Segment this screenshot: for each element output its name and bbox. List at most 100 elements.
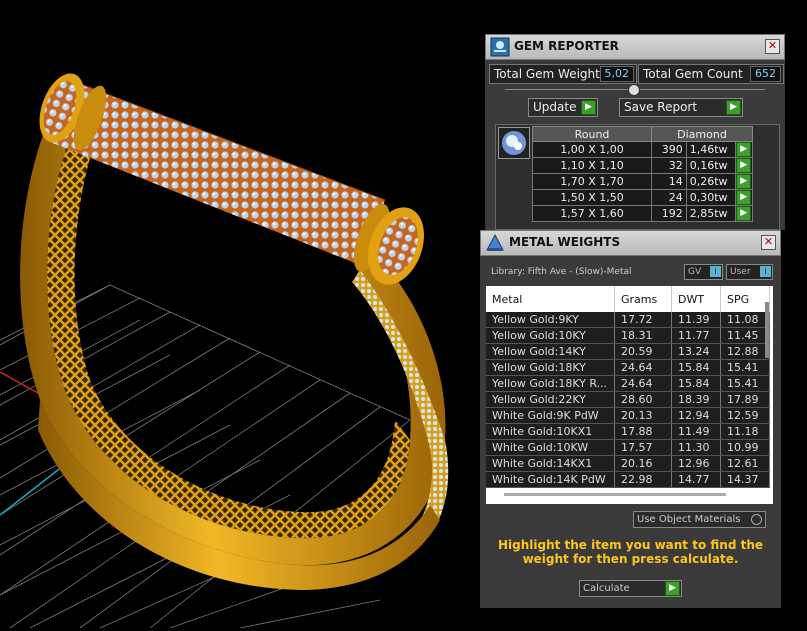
column-header[interactable]: Grams (614, 286, 672, 312)
gem-row[interactable]: 1,50 X 1,50 24 0,30tw ▶ (532, 189, 753, 206)
total-gem-weight-field: Total Gem Weight 5,02 (489, 64, 637, 84)
metal-grams: 24.64 (614, 375, 672, 392)
close-icon: ✕ (763, 235, 774, 248)
horizontal-scrollbar[interactable] (504, 493, 726, 496)
update-button[interactable]: Update ▶ (528, 98, 598, 117)
gem-row-play-button[interactable]: ▶ (735, 157, 753, 174)
gem-count: 24 (651, 189, 687, 206)
metal-weights-titlebar[interactable]: METAL WEIGHTS ✕ (480, 230, 781, 256)
info-icon: i (710, 266, 721, 277)
gem-row-play-button[interactable]: ▶ (735, 189, 753, 206)
gem-report-icon (490, 37, 510, 57)
use-object-materials-label: Use Object Materials (637, 514, 741, 525)
metal-row[interactable]: White Gold:14K PdW 22.98 14.77 14.37 (486, 471, 770, 488)
gem-count: 192 (651, 205, 687, 222)
metal-name: White Gold:10KX1 (486, 423, 615, 440)
total-gem-count-label: Total Gem Count (643, 67, 743, 81)
calculate-button[interactable]: Calculate ▶ (579, 580, 682, 597)
gem-size: 1,57 X 1,60 (532, 205, 652, 222)
play-icon: ▶ (726, 100, 741, 115)
column-header[interactable]: DWT (671, 286, 721, 312)
gem-weight: 0,26tw (685, 173, 737, 190)
metal-grams: 20.13 (614, 407, 672, 424)
gem-row[interactable]: 1,70 X 1,70 14 0,26tw ▶ (532, 173, 753, 190)
gem-row-play-button[interactable]: ▶ (735, 173, 753, 190)
gem-row[interactable]: 1,10 X 1,10 32 0,16tw ▶ (532, 157, 753, 174)
metal-dwt: 11.39 (671, 312, 721, 328)
gem-reporter-title: GEM REPORTER (514, 39, 619, 53)
play-icon: ▶ (736, 190, 752, 205)
metal-row[interactable]: Yellow Gold:22KY 28.60 18.39 17.89 (486, 391, 770, 408)
metal-row[interactable]: Yellow Gold:10KY 18.31 11.77 11.45 (486, 327, 770, 344)
metal-dwt: 14.77 (671, 471, 721, 488)
metal-row[interactable]: Yellow Gold:14KY 20.59 13.24 12.88 (486, 343, 770, 360)
metal-name: Yellow Gold:18KY (486, 359, 615, 376)
gem-shape-header: Round (532, 126, 652, 142)
gem-weight: 1,46tw (685, 141, 737, 158)
metal-weights-panel: METAL WEIGHTS ✕ Library: Fifth Ave - (Sl… (480, 230, 781, 608)
metal-weights-close-button[interactable]: ✕ (761, 235, 776, 250)
3d-viewport[interactable] (0, 0, 480, 629)
metal-name: Yellow Gold:9KY (486, 312, 615, 328)
metal-dwt: 15.84 (671, 359, 721, 376)
metal-row[interactable]: White Gold:14KX1 20.16 12.96 12.61 (486, 455, 770, 472)
vertical-scrollbar[interactable] (763, 290, 771, 470)
gem-slider-handle[interactable] (628, 84, 640, 96)
gem-weight: 0,30tw (685, 189, 737, 206)
gem-row-play-button[interactable]: ▶ (735, 141, 753, 158)
metal-grams: 17.88 (614, 423, 672, 440)
play-icon: ▶ (736, 206, 752, 221)
column-header[interactable]: Metal (486, 286, 615, 312)
close-icon: ✕ (767, 39, 778, 52)
gem-count: 14 (651, 173, 687, 190)
metal-grams: 17.72 (614, 312, 672, 328)
metal-row[interactable]: White Gold:10KX1 17.88 11.49 11.18 (486, 423, 770, 440)
gem-reporter-titlebar[interactable]: GEM REPORTER ✕ (485, 34, 785, 60)
instruction-text: Highlight the item you want to find the … (497, 538, 764, 566)
gv-toggle[interactable]: GV i (684, 264, 723, 280)
metal-weights-icon (486, 233, 504, 251)
metal-grams: 22.98 (614, 471, 672, 488)
metal-dwt: 11.30 (671, 439, 721, 456)
gem-count: 32 (651, 157, 687, 174)
user-toggle[interactable]: User i (726, 264, 773, 280)
metal-weights-title: METAL WEIGHTS (509, 235, 621, 249)
gem-row[interactable]: 1,00 X 1,00 390 1,46tw ▶ (532, 141, 753, 158)
metal-grams: 20.16 (614, 455, 672, 472)
metal-row[interactable]: Yellow Gold:9KY 17.72 11.39 11.08 (486, 312, 770, 328)
metal-dwt: 13.24 (671, 343, 721, 360)
gem-row[interactable]: 1,57 X 1,60 192 2,85tw ▶ (532, 205, 753, 222)
gem-size: 1,70 X 1,70 (532, 173, 652, 190)
metal-table: Metal Grams DWT SPG Yellow Gold:9KY 17.72 11.… (486, 286, 773, 504)
calculate-label: Calculate (583, 583, 630, 594)
metal-row[interactable]: Yellow Gold:18KY 24.64 15.84 15.41 (486, 359, 770, 376)
metal-row[interactable]: White Gold:9K PdW 20.13 12.94 12.59 (486, 407, 770, 424)
total-gem-weight-value: 5,02 (599, 66, 634, 82)
metal-row[interactable]: White Gold:10KW 17.57 11.30 10.99 (486, 439, 770, 456)
metal-row[interactable]: Yellow Gold:18KY R... 24.64 15.84 15.41 (486, 375, 770, 392)
gem-reporter-close-button[interactable]: ✕ (765, 39, 780, 54)
metal-name: Yellow Gold:18KY R... (486, 375, 615, 392)
radio-icon (751, 514, 762, 525)
scroll-thumb[interactable] (765, 302, 769, 358)
gem-table: Round Diamond 1,00 X 1,00 390 1,46tw ▶ 1,10 … (495, 124, 780, 230)
gem-row-play-button[interactable]: ▶ (735, 205, 753, 222)
metal-dwt: 12.96 (671, 455, 721, 472)
metal-dwt: 18.39 (671, 391, 721, 408)
use-object-materials-option[interactable]: Use Object Materials (633, 511, 766, 528)
metal-name: Yellow Gold:10KY (486, 327, 615, 344)
info-icon: i (760, 266, 771, 277)
play-icon: ▶ (736, 142, 752, 157)
gem-size: 1,10 X 1,10 (532, 157, 652, 174)
save-report-label: Save Report (624, 100, 698, 114)
play-icon: ▶ (665, 581, 680, 596)
metal-grams: 20.59 (614, 343, 672, 360)
gem-count: 390 (651, 141, 687, 158)
gem-size: 1,00 X 1,00 (532, 141, 652, 158)
metal-name: White Gold:10KW (486, 439, 615, 456)
gem-weight: 0,16tw (685, 157, 737, 174)
metal-name: Yellow Gold:22KY (486, 391, 615, 408)
save-report-button[interactable]: Save Report ▶ (619, 98, 743, 117)
metal-dwt: 15.84 (671, 375, 721, 392)
total-gem-count-value: 652 (750, 66, 781, 82)
